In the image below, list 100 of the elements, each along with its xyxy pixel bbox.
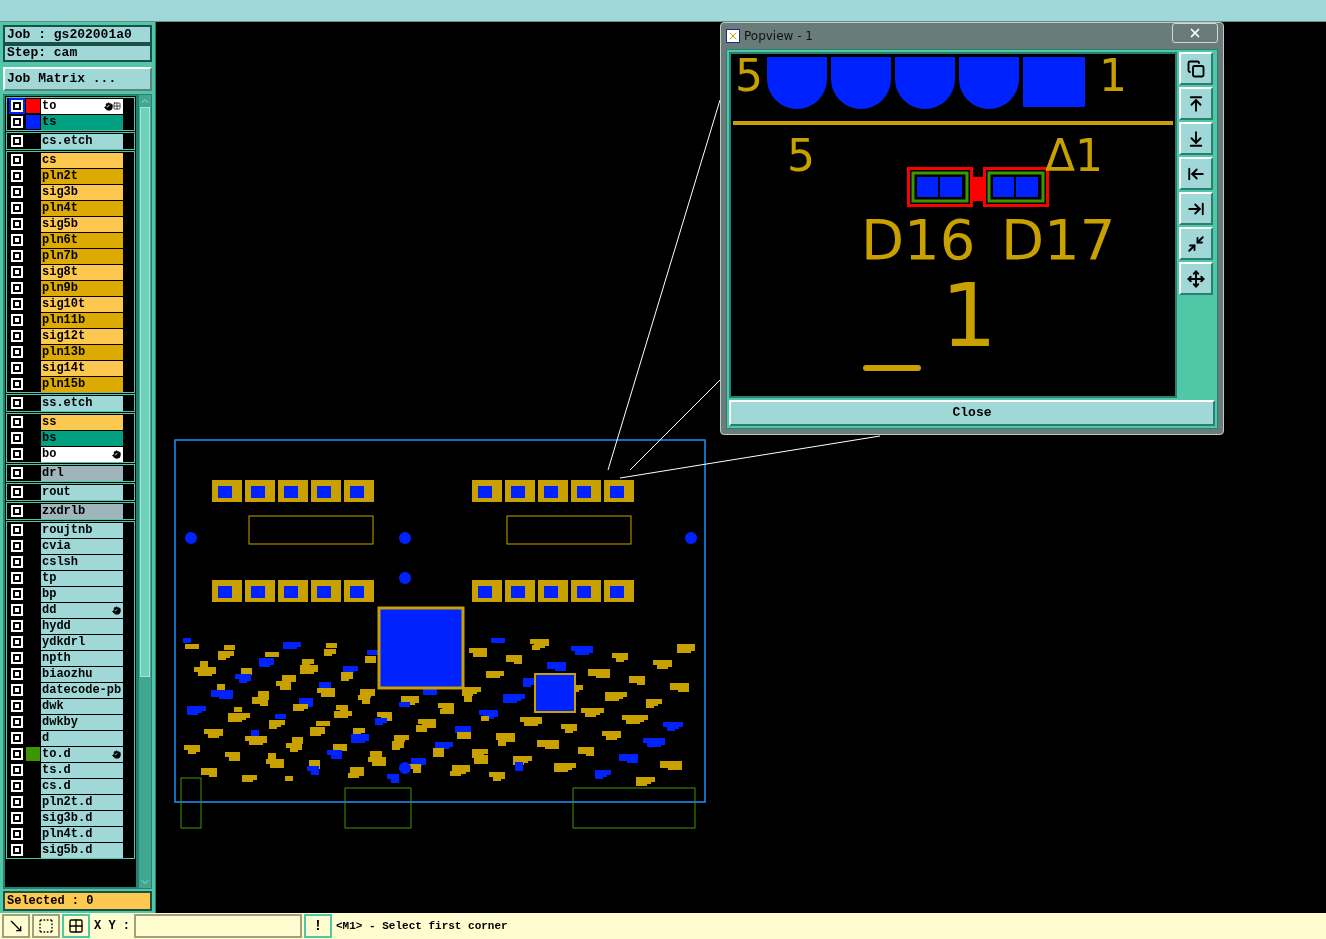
layer-row[interactable]: d xyxy=(41,730,123,746)
layer-row[interactable]: biaozhu xyxy=(41,666,123,682)
layer-select-button[interactable] xyxy=(9,184,25,200)
layer-row[interactable]: ss.etch xyxy=(41,395,123,411)
layer-select-button[interactable] xyxy=(9,746,25,762)
grid-button[interactable] xyxy=(62,914,90,938)
layer-row[interactable]: drl xyxy=(41,465,123,481)
layer-row[interactable]: hydd xyxy=(41,618,123,634)
layer-select-button[interactable] xyxy=(9,152,25,168)
layer-select-button[interactable] xyxy=(9,698,25,714)
layer-select-button[interactable] xyxy=(9,522,25,538)
layer-row[interactable]: bo xyxy=(41,446,123,462)
layer-row[interactable]: zxdrlb xyxy=(41,503,123,519)
view-tool-button[interactable] xyxy=(1179,157,1213,190)
layer-select-button[interactable] xyxy=(9,98,25,114)
layer-row[interactable]: pln4t.d xyxy=(41,826,123,842)
alert-button[interactable]: ! xyxy=(304,914,332,938)
view-tool-button[interactable] xyxy=(1179,52,1213,85)
layer-select-button[interactable] xyxy=(9,570,25,586)
layer-select-button[interactable] xyxy=(9,826,25,842)
layer-select-button[interactable] xyxy=(9,232,25,248)
layer-select-button[interactable] xyxy=(9,446,25,462)
layer-row[interactable]: roujtnb xyxy=(41,522,123,538)
layer-select-button[interactable] xyxy=(9,344,25,360)
layer-select-button[interactable] xyxy=(9,618,25,634)
layer-select-button[interactable] xyxy=(9,810,25,826)
layer-select-button[interactable] xyxy=(9,554,25,570)
layer-select-button[interactable] xyxy=(9,842,25,858)
layer-select-button[interactable] xyxy=(9,376,25,392)
layer-select-button[interactable] xyxy=(9,762,25,778)
layer-select-button[interactable] xyxy=(9,395,25,411)
layer-row[interactable]: cs.d xyxy=(41,778,123,794)
layer-row[interactable]: pln15b xyxy=(41,376,123,392)
layer-row[interactable]: npth xyxy=(41,650,123,666)
layer-row[interactable]: pln11b xyxy=(41,312,123,328)
layer-row[interactable]: sig5b.d xyxy=(41,842,123,858)
job-matrix-button[interactable]: Job Matrix ... xyxy=(3,67,152,91)
layer-row[interactable]: pln6t xyxy=(41,232,123,248)
layer-row[interactable]: cs.etch xyxy=(41,133,123,149)
layer-row[interactable]: cs xyxy=(41,152,123,168)
layer-row[interactable]: to xyxy=(41,98,123,114)
layer-select-button[interactable] xyxy=(9,538,25,554)
layer-select-button[interactable] xyxy=(9,114,25,130)
layer-row[interactable]: ydkdrl xyxy=(41,634,123,650)
layer-row[interactable]: ts.d xyxy=(41,762,123,778)
layer-select-button[interactable] xyxy=(9,650,25,666)
layer-row[interactable]: sig3b.d xyxy=(41,810,123,826)
layer-row[interactable]: pln4t xyxy=(41,200,123,216)
layer-row[interactable]: sig14t xyxy=(41,360,123,376)
layer-row[interactable]: pln9b xyxy=(41,280,123,296)
layer-select-button[interactable] xyxy=(9,730,25,746)
layer-row[interactable]: rout xyxy=(41,484,123,500)
layer-select-button[interactable] xyxy=(9,666,25,682)
layer-row[interactable]: dwk xyxy=(41,698,123,714)
layer-row[interactable]: tp xyxy=(41,570,123,586)
layer-select-button[interactable] xyxy=(9,168,25,184)
layer-row[interactable]: dwkby xyxy=(41,714,123,730)
layer-row[interactable]: sig10t xyxy=(41,296,123,312)
layer-select-button[interactable] xyxy=(9,296,25,312)
layer-row[interactable]: pln7b xyxy=(41,248,123,264)
layer-select-button[interactable] xyxy=(9,360,25,376)
close-button[interactable]: Close xyxy=(729,400,1215,426)
layer-row[interactable]: cvia xyxy=(41,538,123,554)
view-tool-button[interactable] xyxy=(1179,122,1213,155)
xy-input-field[interactable] xyxy=(134,914,302,938)
layer-select-button[interactable] xyxy=(9,484,25,500)
view-tool-button[interactable] xyxy=(1179,192,1213,225)
layer-row[interactable]: sig5b xyxy=(41,216,123,232)
layer-select-button[interactable] xyxy=(9,216,25,232)
layer-row[interactable]: ts xyxy=(41,114,123,130)
layer-select-button[interactable] xyxy=(9,133,25,149)
view-tool-button[interactable] xyxy=(1179,87,1213,120)
layer-select-button[interactable] xyxy=(9,714,25,730)
layer-select-button[interactable] xyxy=(9,200,25,216)
layer-row[interactable]: datecode-pb xyxy=(41,682,123,698)
layer-select-button[interactable] xyxy=(9,328,25,344)
layer-select-button[interactable] xyxy=(9,602,25,618)
layer-row[interactable]: sig3b xyxy=(41,184,123,200)
layer-row[interactable]: cslsh xyxy=(41,554,123,570)
layer-row[interactable]: sig8t xyxy=(41,264,123,280)
layer-select-button[interactable] xyxy=(9,430,25,446)
zoom-diagonal-button[interactable] xyxy=(2,914,30,938)
layer-row[interactable]: pln2t.d xyxy=(41,794,123,810)
layer-select-button[interactable] xyxy=(9,312,25,328)
layer-row[interactable]: ss xyxy=(41,414,123,430)
layer-select-button[interactable] xyxy=(9,465,25,481)
layer-row[interactable]: to.d xyxy=(41,746,123,762)
measure-button[interactable] xyxy=(32,914,60,938)
layer-select-button[interactable] xyxy=(9,503,25,519)
layer-select-button[interactable] xyxy=(9,586,25,602)
layer-row[interactable]: bs xyxy=(41,430,123,446)
layer-row[interactable]: dd xyxy=(41,602,123,618)
layer-select-button[interactable] xyxy=(9,414,25,430)
close-window-button[interactable] xyxy=(1172,23,1218,43)
layer-select-button[interactable] xyxy=(9,794,25,810)
view-tool-button[interactable] xyxy=(1179,227,1213,260)
layer-select-button[interactable] xyxy=(9,682,25,698)
layer-select-button[interactable] xyxy=(9,248,25,264)
layer-select-button[interactable] xyxy=(9,778,25,794)
layer-select-button[interactable] xyxy=(9,634,25,650)
